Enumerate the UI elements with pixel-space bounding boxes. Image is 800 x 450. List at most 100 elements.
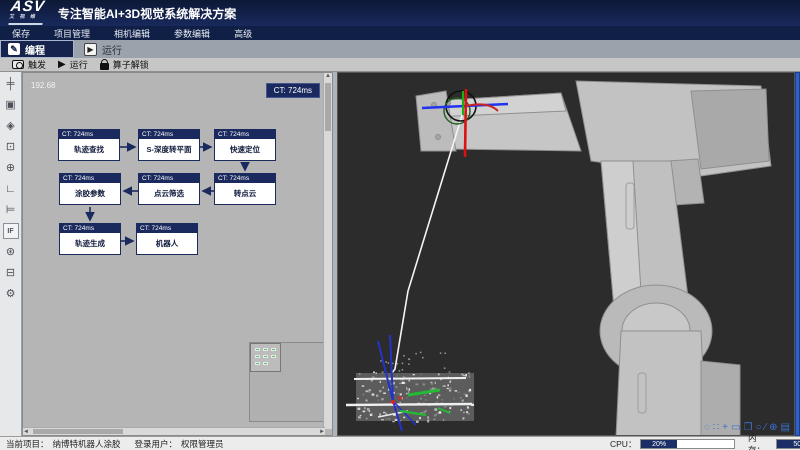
box-3d-icon[interactable]: ◈ bbox=[3, 118, 19, 134]
user-value: 权限管理员 bbox=[181, 438, 224, 450]
minimap-node-dot bbox=[263, 348, 268, 351]
cpu-value: 20% bbox=[641, 440, 676, 448]
menu-item-1[interactable]: 项目管理 bbox=[42, 27, 102, 40]
node-cycle-time: CT: 724ms bbox=[215, 174, 275, 183]
unlock-label: 算子解锁 bbox=[113, 58, 149, 71]
flow-node-n3[interactable]: CT: 724ms快速定位 bbox=[214, 129, 276, 161]
camera-icon bbox=[12, 60, 24, 69]
node-label: 快速定位 bbox=[215, 139, 275, 160]
ip-address-label: 192.68 bbox=[31, 81, 55, 90]
coordinate-axes-icon[interactable]: ∟ bbox=[3, 181, 19, 197]
node-label: 机器人 bbox=[137, 233, 197, 254]
flow-sequence-icon[interactable]: ╪ bbox=[3, 76, 19, 92]
cpu-label: CPU： bbox=[610, 438, 636, 450]
node-cycle-time: CT: 724ms bbox=[139, 174, 199, 183]
memory-value: 50% bbox=[777, 440, 800, 448]
memory-label: 内存： bbox=[748, 432, 772, 450]
cycle-time-badge: CT: 724ms bbox=[266, 83, 320, 98]
application-window: ASV 艾 视 维 专注智能AI+3D视觉系统解决方案 保存项目管理相机编辑参数… bbox=[0, 0, 800, 450]
tools-icon[interactable]: ⚙ bbox=[3, 286, 19, 302]
trigger-button[interactable]: 触发 bbox=[12, 58, 46, 71]
flow-node-n8[interactable]: CT: 724ms机器人 bbox=[136, 223, 198, 255]
pan-view-icon[interactable]: ∷ bbox=[713, 422, 719, 433]
menu-item-2[interactable]: 相机编辑 bbox=[102, 27, 162, 40]
asv-logo: ASV 艾 视 维 bbox=[8, 1, 45, 25]
run-label: 运行 bbox=[70, 58, 88, 71]
tab-run-label: 运行 bbox=[102, 42, 122, 57]
target-icon[interactable]: ⊕ bbox=[3, 160, 19, 176]
canvas-vertical-scrollbar[interactable]: ▲ bbox=[323, 73, 332, 429]
capture-region-icon[interactable]: ⊡ bbox=[3, 139, 19, 155]
minimap-node-dot bbox=[263, 362, 268, 365]
canvas-minimap[interactable] bbox=[249, 342, 333, 422]
canvas-horizontal-scrollbar[interactable]: ◄► bbox=[23, 427, 325, 435]
flow-node-n7[interactable]: CT: 724ms轨迹生成 bbox=[59, 223, 121, 255]
workpiece-pointcloud bbox=[346, 335, 474, 431]
action-toolbar: 触发 ▶ 运行 算子解锁 bbox=[0, 58, 800, 72]
main-area: ╪▣◈⊡⊕∟⊨IF⊛⊟⚙ 192.68 CT: 724ms CT: 724ms轨… bbox=[0, 72, 800, 436]
app-title: 专注智能AI+3D视觉系统解决方案 bbox=[58, 5, 236, 22]
cpu-meter: CPU： 20% bbox=[610, 438, 735, 450]
play-icon: ▶ bbox=[58, 60, 66, 70]
menu-item-4[interactable]: 高级 bbox=[222, 27, 264, 40]
node-cycle-time: CT: 724ms bbox=[59, 130, 119, 139]
viewport-3d[interactable]: ◌∷+▭❐○∕⊕▤ bbox=[337, 72, 795, 436]
robot-3d-scene bbox=[338, 73, 795, 436]
cpu-progressbar: 20% bbox=[640, 439, 735, 449]
run-button[interactable]: ▶ 运行 bbox=[58, 58, 88, 71]
measure-icon[interactable]: ⊨ bbox=[3, 202, 19, 218]
if-condition-icon[interactable]: IF bbox=[3, 223, 19, 239]
flow-node-n2[interactable]: CT: 724msS-深度转平面 bbox=[138, 129, 200, 161]
flow-node-n6[interactable]: CT: 724ms涂胶参数 bbox=[59, 173, 121, 205]
flow-node-n4[interactable]: CT: 724ms转点云 bbox=[214, 173, 276, 205]
node-cycle-time: CT: 724ms bbox=[215, 130, 275, 139]
tab-run[interactable]: ▶ 运行 bbox=[80, 40, 158, 58]
memory-progressbar: 50% bbox=[776, 439, 800, 449]
node-label: 转点云 bbox=[215, 183, 275, 204]
node-cycle-time: CT: 724ms bbox=[139, 130, 199, 139]
operator-icon-sidebar: ╪ ▣ ◈ ⊡ ⊕ ∟ ⊨ IF ⊛ ⊟ ⚙ bbox=[0, 72, 22, 436]
project-label: 当前项目： bbox=[6, 438, 49, 450]
tab-bar: ✎ 编程 ▶ 运行 bbox=[0, 40, 800, 58]
user-label: 登录用户： bbox=[135, 438, 178, 450]
minimap-node-dot bbox=[255, 348, 260, 351]
lock-icon bbox=[100, 63, 109, 70]
trigger-label: 触发 bbox=[28, 58, 46, 71]
pencil-icon: ✎ bbox=[8, 43, 20, 55]
flow-canvas[interactable]: 192.68 CT: 724ms CT: 724ms轨迹查找CT: 724msS… bbox=[22, 72, 333, 436]
play-icon: ▶ bbox=[84, 43, 97, 56]
node-label: 涂胶参数 bbox=[60, 183, 120, 204]
minimap-viewport[interactable] bbox=[250, 343, 281, 372]
node-label: 点云筛选 bbox=[139, 183, 199, 204]
node-label: 轨迹生成 bbox=[60, 233, 120, 254]
minimap-node-dot bbox=[271, 348, 276, 351]
memory-meter: 内存： 50% bbox=[748, 432, 800, 450]
node-cycle-time: CT: 724ms bbox=[137, 224, 197, 233]
menu-item-3[interactable]: 参数编辑 bbox=[162, 27, 222, 40]
globe-icon[interactable]: ⊛ bbox=[3, 244, 19, 260]
flow-node-n1[interactable]: CT: 724ms轨迹查找 bbox=[58, 129, 120, 161]
minimap-node-dot bbox=[255, 355, 260, 358]
zoom-in-icon[interactable]: + bbox=[722, 422, 728, 433]
title-bar: ASV 艾 视 维 专注智能AI+3D视觉系统解决方案 bbox=[0, 0, 800, 26]
minimap-node-dot bbox=[263, 355, 268, 358]
fit-rect-icon[interactable]: ▭ bbox=[731, 422, 740, 433]
node-label: 轨迹查找 bbox=[59, 139, 119, 160]
minimap-node-dot bbox=[271, 355, 276, 358]
operator-unlock-button[interactable]: 算子解锁 bbox=[100, 58, 149, 71]
project-value: 纳博特机器人涂胶 bbox=[53, 438, 121, 450]
rotate-view-icon[interactable]: ◌ bbox=[704, 422, 710, 433]
minimap-node-dot bbox=[255, 362, 260, 365]
status-bar: 当前项目： 纳博特机器人涂胶 登录用户： 权限管理员 CPU： 20% 内存： … bbox=[0, 436, 800, 450]
node-cycle-time: CT: 724ms bbox=[60, 224, 120, 233]
node-cycle-time: CT: 724ms bbox=[60, 174, 120, 183]
right-scrollbar[interactable] bbox=[795, 72, 800, 436]
menu-bar: 保存项目管理相机编辑参数编辑高级 bbox=[0, 26, 800, 40]
tab-program[interactable]: ✎ 编程 bbox=[0, 40, 74, 58]
menu-item-0[interactable]: 保存 bbox=[0, 27, 42, 40]
monitor-icon[interactable]: ⊟ bbox=[3, 265, 19, 281]
tab-program-label: 编程 bbox=[25, 42, 45, 57]
image-settings-icon[interactable]: ▣ bbox=[3, 97, 19, 113]
node-label: S-深度转平面 bbox=[139, 139, 199, 160]
flow-node-n5[interactable]: CT: 724ms点云筛选 bbox=[138, 173, 200, 205]
